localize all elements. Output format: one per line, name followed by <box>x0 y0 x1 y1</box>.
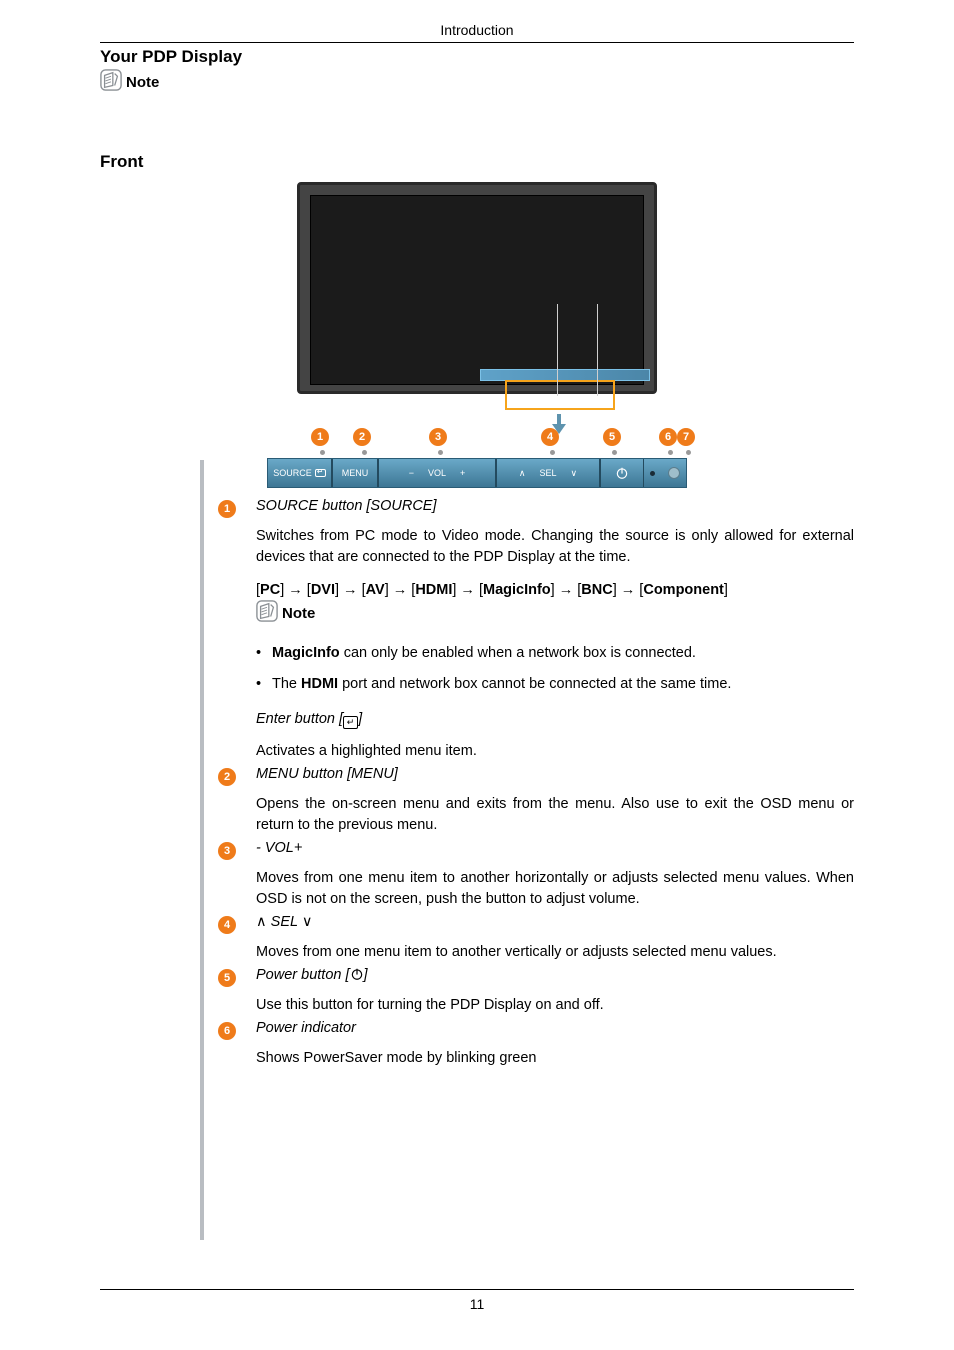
callout-badge: 6 <box>659 428 677 446</box>
item-body: Activates a highlighted menu item. <box>256 741 854 762</box>
note-icon <box>100 69 122 96</box>
item-badge: 3 <box>218 842 236 860</box>
sensor-icon <box>668 467 680 479</box>
document-page: { "header": { "running_head": "Introduct… <box>0 0 954 1350</box>
note-label: Note <box>282 605 315 622</box>
enter-icon <box>315 469 326 477</box>
bar-menu: MENU <box>332 459 378 487</box>
power-icon <box>350 967 364 983</box>
side-rule <box>200 460 204 1240</box>
subtitle-front: Front <box>100 152 854 172</box>
bar-sel: ∧SEL∨ <box>496 459 600 487</box>
bar-vol: −VOL+ <box>378 459 496 487</box>
item-body: Moves from one menu item to another vert… <box>256 942 854 963</box>
callout-box <box>505 380 615 410</box>
item-badge: 4 <box>218 916 236 934</box>
item-body: Opens the on-screen menu and exits from … <box>256 794 854 836</box>
item-body: Moves from one menu item to another hori… <box>256 868 854 910</box>
monitor-screen <box>310 195 644 385</box>
bullet-list: MagicInfo can only be enabled when a net… <box>256 643 854 695</box>
callout-badge: 4 <box>541 428 559 446</box>
figure: 1 2 3 4 5 6 7 SOURCE MENU −VOL+ ∧SEL∨ <box>100 182 854 488</box>
item-body: Switches from PC mode to Video mode. Cha… <box>256 526 854 568</box>
item-badge: 1 <box>218 500 236 518</box>
running-head: Introduction <box>100 22 854 42</box>
note-row: Note <box>256 600 854 627</box>
source-chain: [PC] → [DVI] → [AV] → [HDMI] → [MagicInf… <box>256 582 854 598</box>
callout-badge: 2 <box>353 428 371 446</box>
chevron-up-icon: ∧ <box>256 914 267 930</box>
callout-connector <box>557 304 558 396</box>
note-icon <box>256 600 278 627</box>
item-title: ∧ SEL ∨ <box>256 914 854 930</box>
item-title: Power button [] <box>256 967 854 983</box>
bullet-item: The HDMI port and network box cannot be … <box>256 674 854 695</box>
bullet-item: MagicInfo can only be enabled when a net… <box>256 643 854 664</box>
item-title: Power indicator <box>256 1020 854 1036</box>
item-title: MENU button [MENU] <box>256 766 854 782</box>
button-bar-illustration: SOURCE MENU −VOL+ ∧SEL∨ <box>267 458 687 488</box>
item-6: 6 Power indicator Shows PowerSaver mode … <box>218 1020 854 1069</box>
rule-bottom <box>100 1289 854 1290</box>
footer: 11 <box>100 1289 854 1312</box>
note-row: Note <box>100 69 854 96</box>
indicator-dot <box>650 471 655 476</box>
items-list: 1 SOURCE button [SOURCE] Switches from P… <box>218 498 854 1069</box>
item-title: - VOL+ <box>256 840 854 856</box>
note-label: Note <box>126 74 159 91</box>
power-icon <box>615 466 629 480</box>
item-1: 1 SOURCE button [SOURCE] Switches from P… <box>218 498 854 762</box>
callout-badge: 3 <box>429 428 447 446</box>
monitor-illustration <box>297 182 657 394</box>
item-title-enter: Enter button [↵] <box>256 711 854 729</box>
bar-endcap <box>644 467 686 479</box>
item-5: 5 Power button [] Use this button for tu… <box>218 967 854 1016</box>
callout-badge: 5 <box>603 428 621 446</box>
page-number: 11 <box>100 1296 854 1312</box>
item-title: SOURCE button [SOURCE] <box>256 498 854 514</box>
callout-badge: 7 <box>677 428 695 446</box>
item-4: 4 ∧ SEL ∨ Moves from one menu item to an… <box>218 914 854 963</box>
callout-badge: 1 <box>311 428 329 446</box>
callout-connector <box>597 304 598 396</box>
section-title: Your PDP Display <box>100 47 854 67</box>
item-3: 3 - VOL+ Moves from one menu item to ano… <box>218 840 854 910</box>
item-badge: 2 <box>218 768 236 786</box>
chevron-down-icon: ∨ <box>302 914 313 930</box>
enter-icon: ↵ <box>343 716 358 729</box>
callout-number-row: 1 2 3 4 5 6 7 <box>267 428 687 450</box>
item-body: Use this button for turning the PDP Disp… <box>256 995 854 1016</box>
item-badge: 5 <box>218 969 236 987</box>
callout-dots <box>267 450 687 458</box>
bar-power <box>600 459 644 487</box>
item-2: 2 MENU button [MENU] Opens the on-screen… <box>218 766 854 836</box>
item-badge: 6 <box>218 1022 236 1040</box>
item-body: Shows PowerSaver mode by blinking green <box>256 1048 854 1069</box>
bar-source: SOURCE <box>268 459 332 487</box>
rule-top <box>100 42 854 43</box>
